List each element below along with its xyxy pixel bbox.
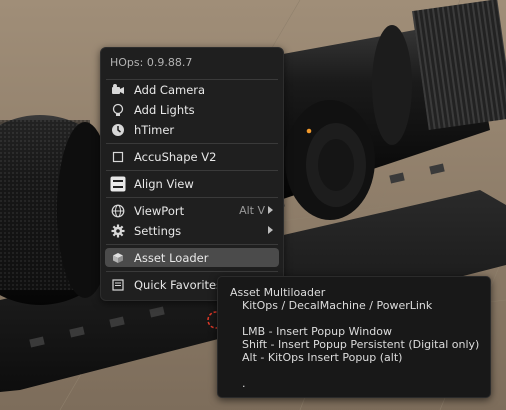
- menu-separator: [106, 143, 278, 144]
- menu-item-label: hTimer: [134, 122, 175, 137]
- tooltip-title: Asset Multiloader: [230, 286, 326, 299]
- menu-item-label: Settings: [134, 223, 182, 238]
- camera-icon: [110, 82, 126, 98]
- menu-separator: [106, 197, 278, 198]
- menu-item-label: Asset Loader: [134, 250, 209, 265]
- globe-icon: [110, 203, 126, 219]
- cube-icon: [110, 250, 126, 266]
- menu-item-add-camera[interactable]: Add Camera: [105, 80, 279, 99]
- menu-item-asset-loader[interactable]: Asset Loader: [105, 248, 279, 267]
- tooltip-line: .: [242, 377, 246, 390]
- tooltip-line: KitOps / DecalMachine / PowerLink: [242, 299, 433, 312]
- menu-item-label: Align View: [134, 176, 194, 191]
- menu-item-label: Quick Favorites: [134, 277, 223, 292]
- hardops-popup-menu: HOps: 0.9.88.7 Add Camera Add Lights hTi…: [100, 47, 284, 301]
- menu-item-accushape[interactable]: AccuShape V2: [105, 147, 279, 166]
- menu-item-htimer[interactable]: hTimer: [105, 120, 279, 139]
- menu-item-label: Add Camera: [134, 82, 206, 97]
- menu-item-label: Add Lights: [134, 102, 195, 117]
- square-outline-icon: [110, 149, 126, 165]
- menu-separator: [106, 170, 278, 171]
- submenu-arrow-icon: [268, 226, 273, 234]
- clock-icon: [110, 122, 126, 138]
- menu-item-settings[interactable]: Settings: [105, 221, 279, 240]
- menu-title: HOps: 0.9.88.7: [110, 56, 193, 69]
- menu-item-align-view[interactable]: Align View: [105, 174, 279, 193]
- gear-icon: [110, 223, 126, 239]
- menu-item-viewport[interactable]: ViewPort Alt V: [105, 201, 279, 220]
- menu-item-add-lights[interactable]: Add Lights: [105, 100, 279, 119]
- tooltip-line: LMB - Insert Popup Window: [242, 325, 392, 338]
- menu-separator: [106, 271, 278, 272]
- light-bulb-icon: [110, 102, 126, 118]
- tooltip-line: Shift - Insert Popup Persistent (Digital…: [242, 338, 480, 351]
- shortcut-hint: Alt V: [239, 204, 265, 217]
- favorites-list-icon: [110, 277, 126, 293]
- menu-separator: [106, 244, 278, 245]
- submenu-arrow-icon: [268, 206, 273, 214]
- asset-loader-tooltip: Asset Multiloader KitOps / DecalMachine …: [217, 276, 491, 398]
- align-view-icon: [110, 176, 126, 192]
- tooltip-line: Alt - KitOps Insert Popup (alt): [242, 351, 403, 364]
- menu-item-label: AccuShape V2: [134, 149, 217, 164]
- menu-item-label: ViewPort: [134, 203, 185, 218]
